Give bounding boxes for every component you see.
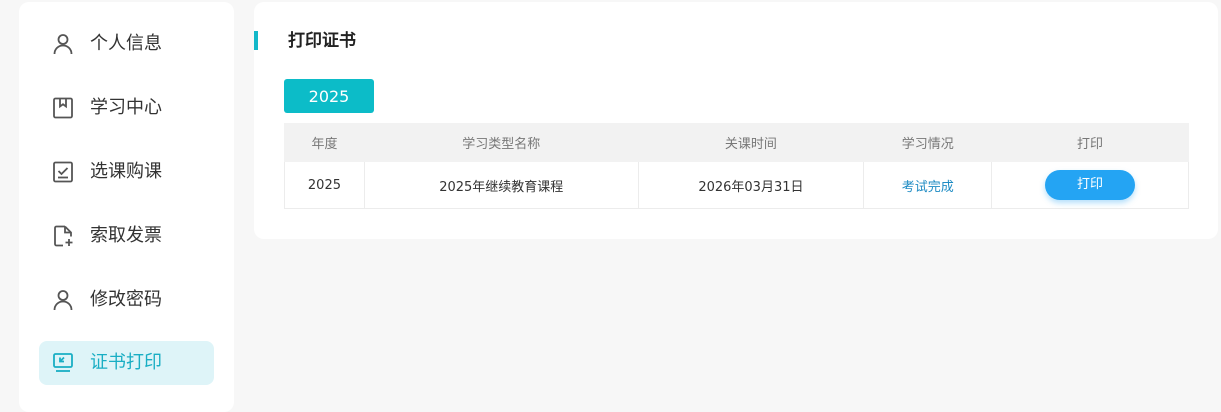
sidebar-item-label: 索取发票 — [90, 225, 162, 246]
sidebar-item-course-select[interactable]: 选课购课 — [39, 150, 214, 194]
certificate-table: 年度 学习类型名称 关课时间 学习情况 打印 2025 2025年继续教育课程 … — [284, 123, 1189, 209]
sidebar-item-label: 选课购课 — [90, 161, 162, 182]
sidebar-item-learning-center[interactable]: 学习中心 — [39, 86, 214, 130]
user-icon — [51, 32, 75, 56]
sidebar-item-label: 个人信息 — [90, 33, 162, 54]
table-header-row: 年度 学习类型名称 关课时间 学习情况 打印 — [284, 123, 1189, 162]
sidebar-item-change-password[interactable]: 修改密码 — [39, 278, 214, 322]
table-row: 2025 2025年继续教育课程 2026年03月31日 考试完成 打印 — [284, 161, 1189, 209]
user-icon — [51, 288, 75, 312]
sidebar-item-invoice[interactable]: 索取发票 — [39, 214, 214, 258]
column-header-type-name: 学习类型名称 — [363, 123, 639, 162]
monitor-icon — [51, 351, 75, 375]
sidebar-item-label: 修改密码 — [90, 289, 162, 310]
cell-print: 打印 — [991, 161, 1189, 209]
sidebar-item-label: 证书打印 — [90, 352, 162, 373]
certificate-panel: 打印证书 2025 年度 学习类型名称 关课时间 学习情况 打印 2025 20… — [254, 2, 1218, 239]
sidebar-item-label: 学习中心 — [90, 97, 162, 118]
column-header-close-time: 关课时间 — [637, 123, 865, 162]
column-header-print: 打印 — [991, 123, 1189, 162]
cell-type-name: 2025年继续教育课程 — [363, 161, 639, 209]
file-add-icon — [51, 224, 75, 248]
checkbox-icon — [51, 160, 75, 184]
cell-year: 2025 — [284, 161, 365, 209]
bookmark-icon — [51, 96, 75, 120]
sidebar: 个人信息 学习中心 选课购课 索取发票 修改密码 证书打印 — [19, 2, 234, 412]
year-tab[interactable]: 2025 — [284, 79, 374, 113]
status-link[interactable]: 考试完成 — [902, 180, 954, 195]
print-button[interactable]: 打印 — [1045, 170, 1136, 200]
column-header-status: 学习情况 — [863, 123, 993, 162]
sidebar-item-certificate-print[interactable]: 证书打印 — [39, 341, 214, 385]
sidebar-item-personal-info[interactable]: 个人信息 — [39, 22, 214, 66]
cell-close-time: 2026年03月31日 — [637, 161, 865, 209]
title-accent-bar — [254, 31, 258, 50]
cell-status: 考试完成 — [863, 161, 993, 209]
column-header-year: 年度 — [284, 123, 365, 162]
page-title: 打印证书 — [288, 31, 356, 51]
